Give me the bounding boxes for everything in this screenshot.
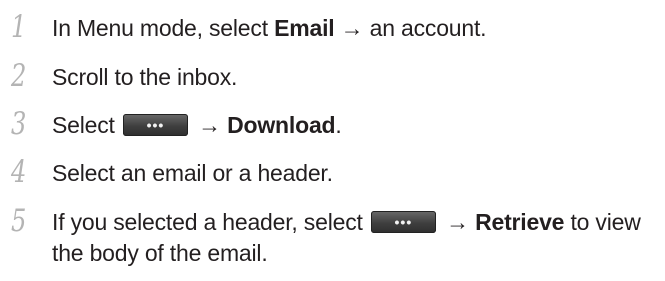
more-options-icon: ••• — [394, 213, 413, 230]
step-text-part: Select — [52, 112, 121, 138]
step-text-part: → an account. — [334, 15, 487, 41]
step-number: 3 — [11, 106, 27, 142]
menu-option-download: Download — [227, 112, 336, 138]
step-text: In Menu mode, select Email → an account. — [52, 13, 657, 44]
more-options-icon: ••• — [146, 116, 165, 133]
step-text-part: If you selected a header, select — [52, 209, 369, 235]
step-number: 1 — [11, 9, 27, 45]
step-number: 2 — [11, 58, 27, 94]
more-options-button: ••• — [370, 210, 436, 233]
arrow-glyph: → — [191, 112, 228, 138]
step-text: Select an email or a header. — [52, 160, 333, 186]
step-text-part: . — [335, 112, 342, 138]
step-text: If you selected a header, select ••• → R… — [52, 207, 657, 269]
step-number: 4 — [11, 154, 27, 190]
step-number: 5 — [11, 203, 27, 239]
step-text: Select ••• → Download. — [52, 110, 657, 141]
instruction-steps: 1 In Menu mode, select Email → an accoun… — [0, 0, 665, 281]
menu-option-retrieve: Retrieve — [475, 209, 565, 235]
step-text-part: In Menu mode, select — [52, 15, 275, 41]
arrow-glyph: → — [439, 209, 476, 235]
more-options-button: ••• — [122, 113, 188, 136]
menu-option-email: Email — [274, 15, 335, 41]
step-text: Scroll to the inbox. — [52, 64, 238, 90]
